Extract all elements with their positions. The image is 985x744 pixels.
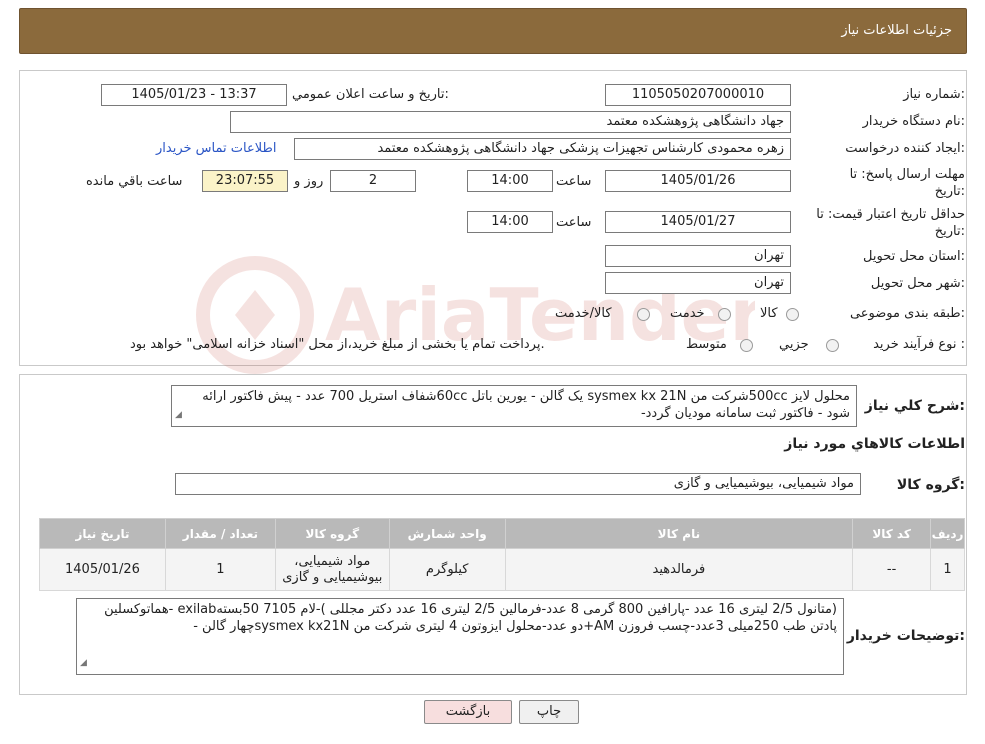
validity-time-label: ساعت: [556, 215, 592, 230]
buyer-contact-link[interactable]: اطلاعات تماس خریدار: [156, 141, 276, 156]
cell-row: 1: [930, 548, 965, 591]
goods-table: رديف کد کالا نام کالا واحد شمارش گروه کا…: [39, 518, 965, 591]
category-service-label: خدمت: [670, 306, 705, 321]
need-number-field: 1105050207000010: [605, 84, 791, 106]
table-header-row: رديف کد کالا نام کالا واحد شمارش گروه کا…: [39, 518, 965, 549]
col-unit-header: واحد شمارش: [388, 518, 506, 549]
process-minor-radio[interactable]: [826, 339, 839, 352]
announce-datetime-field: 1405/01/23 - 13:37: [101, 84, 287, 106]
table-row: 1 -- فرمالدهید کیلوگرم مواد شیمیایی، بیو…: [39, 548, 965, 591]
deadline-time-field: 14:00: [467, 170, 553, 192]
buyer-org-label: نام دستگاه خریدار:: [862, 114, 965, 129]
back-button[interactable]: بازگشت: [424, 700, 512, 724]
process-medium-label: متوسط: [686, 337, 727, 352]
goods-group-field: مواد شیمیایی، بیوشیمیایی و گازی: [175, 473, 861, 495]
validity-time-field: 14:00: [467, 211, 553, 233]
remaining-label: ساعت باقي مانده: [86, 174, 183, 189]
category-service-radio[interactable]: [718, 308, 731, 321]
remaining-time-field: 23:07:55: [202, 170, 288, 192]
province-field: تهران: [605, 245, 791, 267]
page-title: جزئیات اطلاعات نیاز: [841, 23, 952, 38]
days-field: 2: [330, 170, 416, 192]
resize-handle-icon[interactable]: ◢: [80, 655, 87, 672]
cell-group: مواد شیمیایی، بیوشیمیایی و گازی: [274, 548, 390, 591]
buyer-notes-label: توضیحات خریدار:: [846, 628, 965, 644]
category-goods-service-label: کالا/خدمت: [555, 306, 612, 321]
deadline-date-field: 1405/01/26: [605, 170, 791, 192]
buyer-org-field: جهاد دانشگاهی پژوهشکده معتمد: [230, 111, 791, 133]
summary-label: شرح کلي نياز:: [864, 398, 965, 414]
category-goods-radio[interactable]: [786, 308, 799, 321]
col-code-header: کد کالا: [852, 518, 932, 549]
col-date-header: تاريخ نياز: [39, 518, 166, 549]
col-qty-header: تعداد / مقدار: [164, 518, 276, 549]
goods-section-title: اطلاعات کالاهاي مورد نياز: [784, 436, 965, 452]
cell-qty: 1: [164, 548, 276, 591]
process-note: پرداخت تمام یا بخشی از مبلغ خرید،از محل …: [130, 337, 545, 352]
days-label: روز و: [294, 174, 324, 189]
deadline-time-label: ساعت: [556, 174, 592, 189]
category-goods-service-radio[interactable]: [637, 308, 650, 321]
buyer-notes-text: (متانول 2/5 لیتری 16 عدد -پارافین 800 گر…: [104, 602, 837, 634]
process-minor-label: جزیي: [779, 337, 809, 352]
announce-label: تاریخ و ساعت اعلان عمومي:: [292, 87, 449, 102]
deadline-label: مهلت ارسال پاسخ: تا: [849, 167, 965, 182]
cell-name: فرمالدهید: [504, 548, 854, 591]
city-field: تهران: [605, 272, 791, 294]
process-label: نوع فرآیند خرید :: [873, 337, 965, 352]
col-group-header: گروه کالا: [274, 518, 390, 549]
col-name-header: نام کالا: [504, 518, 854, 549]
validity-date-field: 1405/01/27: [605, 211, 791, 233]
resize-handle-icon[interactable]: ◢: [175, 407, 182, 424]
cell-unit: کیلوگرم: [388, 548, 506, 591]
process-medium-radio[interactable]: [740, 339, 753, 352]
deadline-label-2: تاریخ:: [934, 184, 965, 199]
validity-label: حداقل تاریخ اعتبار قیمت: تا: [816, 207, 965, 222]
cell-date: 1405/01/26: [39, 548, 166, 591]
province-label: استان محل تحویل:: [863, 249, 965, 264]
col-row-header: رديف: [930, 518, 965, 549]
buyer-notes-textarea[interactable]: (متانول 2/5 لیتری 16 عدد -پارافین 800 گر…: [76, 598, 844, 675]
creator-field: زهره محمودی کارشناس تجهیزات پزشکی جهاد د…: [294, 138, 791, 160]
summary-textarea[interactable]: محلول لایز 500ccشرکت من sysmex kx 21N یک…: [171, 385, 857, 427]
print-button[interactable]: چاپ: [519, 700, 579, 724]
cell-code: --: [852, 548, 932, 591]
category-label: طبقه بندی موضوعی:: [849, 306, 965, 321]
city-label: شهر محل تحویل:: [870, 276, 965, 291]
category-goods-label: کالا: [760, 306, 778, 321]
page-header: جزئیات اطلاعات نیاز: [19, 8, 967, 54]
validity-label-2: تاریخ:: [934, 224, 965, 239]
need-number-label: شماره نیاز:: [903, 87, 965, 102]
creator-label: ایجاد کننده درخواست:: [845, 141, 965, 156]
goods-group-label: گروه کالا:: [896, 477, 965, 493]
summary-text: محلول لایز 500ccشرکت من sysmex kx 21N یک…: [202, 389, 850, 421]
